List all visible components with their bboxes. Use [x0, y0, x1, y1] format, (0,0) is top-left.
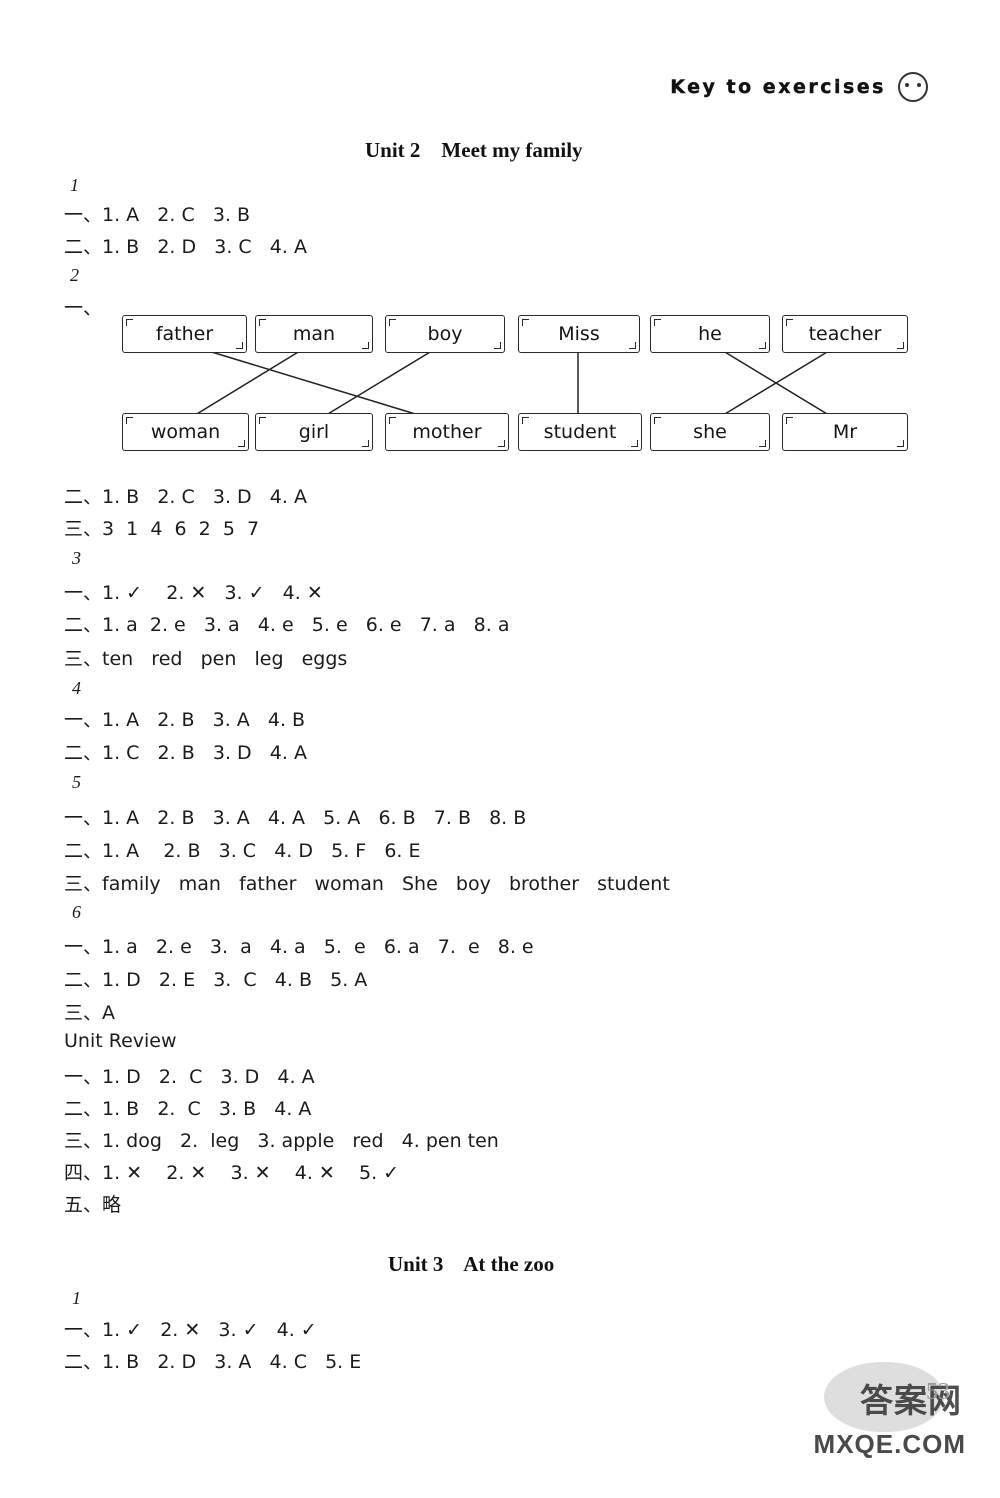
s3-line-1: 一、1. ✓ 2. ✕ 3. ✓ 4. ✕ — [64, 582, 323, 604]
review-line-5: 五、略 — [64, 1194, 122, 1216]
s2-line-3: 三、3 1 4 6 2 5 7 — [64, 518, 260, 540]
word-box-top-1[interactable]: man — [255, 315, 373, 353]
watermark-url: MXQE.COM — [813, 1429, 966, 1459]
word-box-bottom-0[interactable]: woman — [122, 413, 249, 451]
review-line-2: 二、1. B 2. C 3. B 4. A — [64, 1098, 312, 1120]
s2-line-2: 二、1. B 2. C 3. D 4. A — [64, 486, 307, 508]
s5-line-1: 一、1. A 2. B 3. A 4. A 5. A 6. B 7. B 8. … — [64, 807, 527, 829]
s4-line-2: 二、1. C 2. B 3. D 4. A — [64, 742, 307, 764]
page-number: 53 — [926, 1379, 950, 1405]
review-line-3: 三、1. dog 2. leg 3. apple red 4. pen ten — [64, 1130, 499, 1152]
word-box-bottom-3[interactable]: student — [518, 413, 642, 451]
s1-line-1: 一、1. A 2. C 3. B — [64, 204, 251, 226]
s2-prefix: 一、 — [64, 297, 103, 319]
exercise-number-3: 3 — [72, 548, 81, 568]
s6-line-2: 二、1. D 2. E 3. C 4. B 5. A — [64, 969, 368, 991]
s1-line-2: 二、1. B 2. D 3. C 4. A — [64, 236, 307, 258]
word-box-top-2[interactable]: boy — [385, 315, 505, 353]
decorative-circle-icon — [898, 72, 928, 102]
word-box-top-3[interactable]: Miss — [518, 315, 640, 353]
s4-line-1: 一、1. A 2. B 3. A 4. B — [64, 709, 306, 731]
word-box-bottom-4[interactable]: she — [650, 413, 770, 451]
exercise-number-u3-1: 1 — [72, 1288, 81, 1308]
s3-line-2: 二、1. a 2. e 3. a 4. e 5. e 6. e 7. a 8. … — [64, 614, 510, 636]
word-box-bottom-2[interactable]: mother — [385, 413, 509, 451]
exercise-number-2: 2 — [70, 265, 79, 285]
word-box-bottom-1[interactable]: girl — [255, 413, 373, 451]
review-line-1: 一、1. D 2. C 3. D 4. A — [64, 1066, 315, 1088]
word-box-top-5[interactable]: teacher — [782, 315, 908, 353]
s6-line-1: 一、1. a 2. e 3. a 4. a 5. e 6. a 7. e 8. … — [64, 936, 534, 958]
page-header: Key to exercises — [670, 72, 928, 102]
exercise-number-5: 5 — [72, 772, 81, 792]
matching-exercise: father man boy Miss he teacher woman gir… — [100, 295, 945, 480]
s3-line-3: 三、ten red pen leg eggs — [64, 648, 348, 670]
s7-line-2: 二、1. B 2. D 3. A 4. C 5. E — [64, 1351, 362, 1373]
s5-line-2: 二、1. A 2. B 3. C 4. D 5. F 6. E — [64, 840, 421, 862]
s6-line-3: 三、A — [64, 1002, 115, 1024]
page-title: Key to exercises — [670, 76, 886, 98]
word-box-bottom-5[interactable]: Mr — [782, 413, 908, 451]
exercise-number-6: 6 — [72, 902, 81, 922]
word-box-top-0[interactable]: father — [122, 315, 247, 353]
unit-review-heading: Unit Review — [64, 1030, 177, 1052]
s7-line-1: 一、1. ✓ 2. ✕ 3. ✓ 4. ✓ — [64, 1319, 317, 1341]
exercise-number-4: 4 — [72, 678, 81, 698]
word-box-top-4[interactable]: he — [650, 315, 770, 353]
unit-3-heading: Unit 3 At the zoo — [388, 1252, 555, 1276]
answer-key-page: Key to exercises Unit 2 Meet my family 1… — [0, 0, 1000, 1498]
review-line-4: 四、1. ✕ 2. ✕ 3. ✕ 4. ✕ 5. ✓ — [64, 1162, 400, 1184]
unit-2-heading: Unit 2 Meet my family — [365, 138, 583, 162]
s5-line-3: 三、family man father woman She boy brothe… — [64, 873, 670, 895]
exercise-number-1: 1 — [70, 175, 79, 195]
